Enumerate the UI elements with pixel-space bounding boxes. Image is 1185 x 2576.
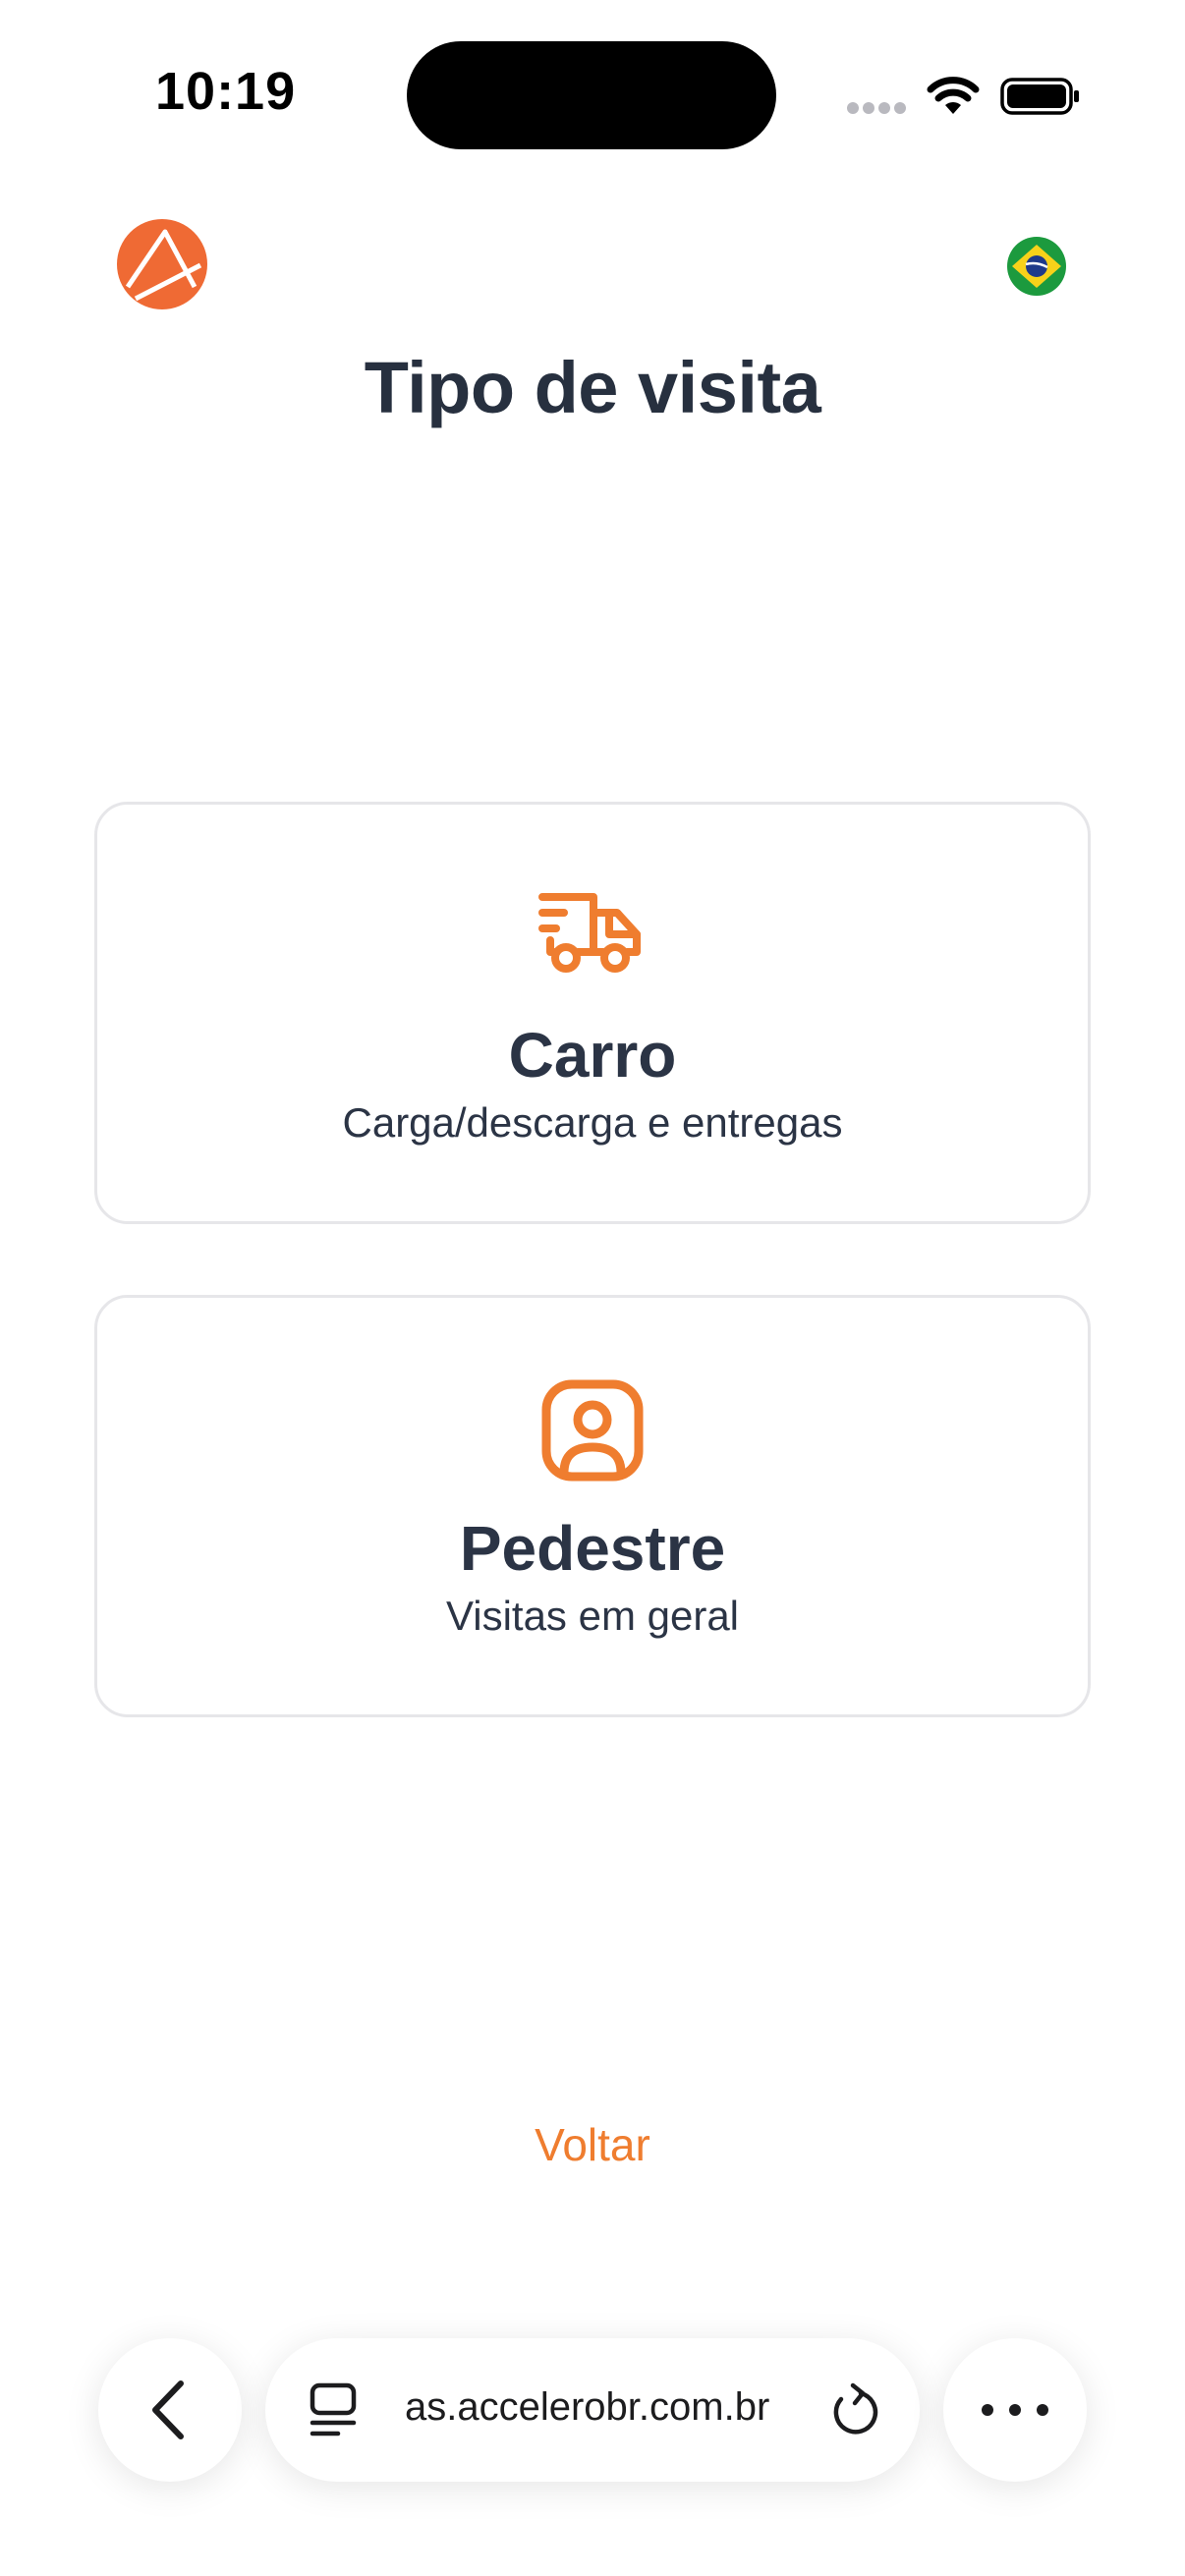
truck-icon xyxy=(538,893,641,973)
reload-icon[interactable] xyxy=(827,2381,882,2438)
status-time: 10:19 xyxy=(155,62,297,121)
wifi-icon xyxy=(927,77,980,114)
address-bar[interactable]: as.accelerobr.com.br xyxy=(265,2338,920,2482)
user-portrait-icon xyxy=(541,1379,644,1482)
pedestrian-option-title: Pedestre xyxy=(459,1513,726,1584)
pedestrian-option-subtitle: Visitas em geral xyxy=(445,1593,740,1639)
car-option-card[interactable]: Carro Carga/descarga e entregas xyxy=(94,802,1091,1224)
pedestrian-option-card[interactable]: Pedestre Visitas em geral xyxy=(94,1295,1091,1717)
dynamic-island xyxy=(407,41,776,149)
chevron-left-icon xyxy=(152,2380,184,2439)
browser-back-button[interactable] xyxy=(98,2338,242,2482)
car-option-title: Carro xyxy=(508,1020,677,1091)
back-link[interactable]: Voltar xyxy=(0,2118,1185,2171)
cellular-signal-icon xyxy=(847,102,908,116)
app-logo-icon xyxy=(117,219,207,309)
more-options-button[interactable] xyxy=(943,2338,1087,2482)
status-bar: 10:19 xyxy=(0,0,1185,187)
brazil-flag-icon[interactable] xyxy=(1006,236,1067,297)
ellipsis-icon xyxy=(982,2404,1048,2416)
car-option-subtitle: Carga/descarga e entregas xyxy=(342,1099,843,1146)
page-menu-icon xyxy=(310,2382,357,2436)
url-text: as.accelerobr.com.br xyxy=(405,2385,770,2429)
page-title: Tipo de visita xyxy=(364,347,821,428)
battery-icon xyxy=(1000,78,1079,115)
